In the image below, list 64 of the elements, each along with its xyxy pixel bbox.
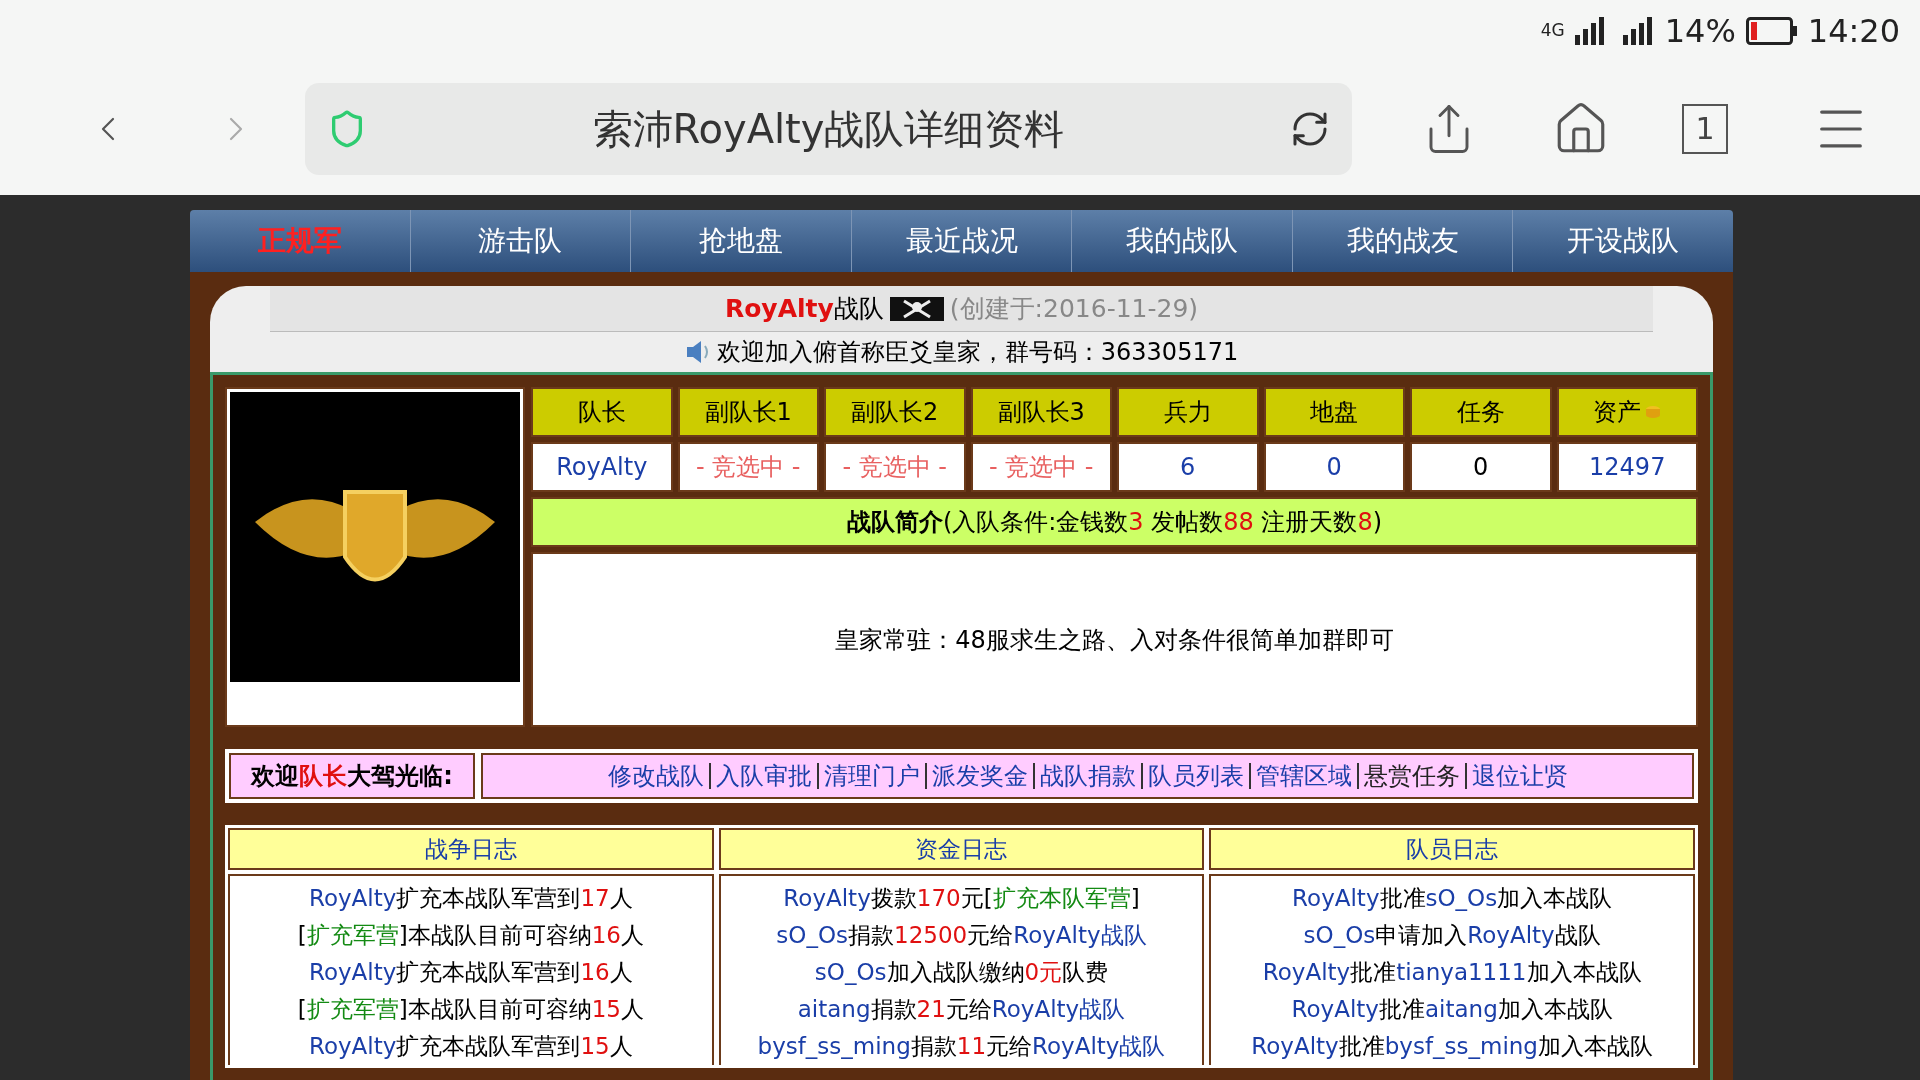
team-title: RoyAlty战队 bbox=[724, 292, 884, 325]
action-link[interactable]: 队员列表 bbox=[1147, 762, 1244, 790]
nav-tab[interactable]: 我的战友 bbox=[1346, 220, 1459, 262]
log-entry: sO_Os捐款12500元给RoyAlty战队 bbox=[776, 921, 1147, 950]
stat-value: RoyAlty bbox=[531, 442, 673, 492]
log-entry: aitang捐款21元给RoyAlty战队 bbox=[797, 995, 1126, 1024]
battery-icon bbox=[1745, 17, 1798, 45]
stat-value: - 竞选中 - bbox=[824, 442, 966, 492]
stat-value: - 竞选中 - bbox=[970, 442, 1112, 492]
stat-header: 副队长3 bbox=[970, 387, 1112, 437]
action-link[interactable]: 入队审批 bbox=[715, 762, 812, 790]
stat-header: 副队长1 bbox=[677, 387, 819, 437]
log-entry: bysf_ss_ming捐款11元给RoyAlty战队 bbox=[757, 1032, 1166, 1061]
action-link[interactable]: 修改战队 bbox=[607, 762, 704, 790]
page-title: 索沛RoyAlty战队详细资料 bbox=[591, 104, 1066, 154]
welcome-text: 欢迎队长大驾光临: bbox=[229, 753, 475, 799]
action-link[interactable]: 派发奖金 bbox=[931, 762, 1028, 790]
log-entry: RoyAlty批准sO_Os加入本战队 bbox=[1292, 884, 1613, 913]
action-link[interactable]: 战队捐款 bbox=[1039, 762, 1136, 790]
stat-header: 资产 bbox=[1556, 387, 1698, 437]
stat-value: 12497 bbox=[1556, 442, 1698, 492]
stat-header: 地盘 bbox=[1263, 387, 1405, 437]
stat-value: - 竞选中 - bbox=[677, 442, 819, 492]
log-entry: RoyAlty拨款170元[扩充本队军营] bbox=[783, 884, 1140, 913]
log-entry: [扩充军营]本战队目前可容纳16人 bbox=[297, 921, 644, 950]
stat-header: 任务 bbox=[1410, 387, 1552, 437]
nav-tab[interactable]: 我的战队 bbox=[1126, 220, 1239, 262]
address-bar[interactable]: 索沛RoyAlty战队详细资料 bbox=[305, 82, 1352, 175]
log-entry: RoyAlty批准bysf_ss_ming加入本战队 bbox=[1251, 1032, 1653, 1061]
log-entry: RoyAlty扩充本战队军营到15人 bbox=[309, 1032, 633, 1061]
stat-value: 0 bbox=[1263, 442, 1405, 492]
tab-count-button[interactable]: 1 bbox=[1682, 103, 1728, 154]
battery-percent: 14% bbox=[1664, 11, 1736, 52]
log-title: 战争日志 bbox=[228, 828, 714, 870]
stat-header: 队长 bbox=[531, 387, 673, 437]
intro-description: 皇家常驻：48服求生之路、入对条件很简单加群即可 bbox=[531, 552, 1698, 727]
log-entry: RoyAlty批准aitang加入本战队 bbox=[1291, 995, 1613, 1024]
nav-tab[interactable]: 抢地盘 bbox=[698, 220, 783, 262]
action-link[interactable]: 悬赏任务 bbox=[1363, 762, 1460, 790]
clock-time: 14:20 bbox=[1807, 11, 1900, 52]
log-title: 资金日志 bbox=[718, 828, 1205, 870]
stat-header: 兵力 bbox=[1117, 387, 1259, 437]
intro-heading: 战队简介(入队条件:金钱数3 发帖数88 注册天数8) bbox=[531, 497, 1698, 547]
log-entry: sO_Os加入战队缴纳0元队费 bbox=[814, 958, 1109, 987]
network-type: 4G bbox=[1540, 19, 1565, 43]
nav-tab[interactable]: 游击队 bbox=[478, 220, 563, 262]
log-entry: RoyAlty批准tianya1111加入本战队 bbox=[1262, 958, 1642, 987]
action-link[interactable]: 管辖区域 bbox=[1255, 762, 1352, 790]
signal-icon bbox=[1622, 17, 1655, 45]
nav-tab[interactable]: 开设战队 bbox=[1567, 220, 1680, 262]
log-entry: RoyAlty扩充本战队军营到16人 bbox=[309, 958, 633, 987]
stat-value: 6 bbox=[1117, 442, 1259, 492]
stat-value: 0 bbox=[1410, 442, 1552, 492]
pirate-flag-icon bbox=[889, 296, 944, 321]
action-link[interactable]: 退位让贤 bbox=[1471, 762, 1568, 790]
stat-header: 副队长2 bbox=[824, 387, 966, 437]
created-date: (创建于:2016-11-29) bbox=[949, 292, 1199, 325]
log-entry: RoyAlty扩充本战队军营到17人 bbox=[309, 884, 633, 913]
notice-text: 欢迎加入俯首称臣爻皇家，群号码：363305171 bbox=[716, 337, 1239, 368]
nav-tab[interactable]: 最近战况 bbox=[905, 220, 1018, 262]
log-entry: sO_Os申请加入RoyAlty战队 bbox=[1303, 921, 1601, 950]
action-link[interactable]: 清理门户 bbox=[823, 762, 920, 790]
log-title: 队员日志 bbox=[1209, 828, 1695, 870]
log-entry: [扩充军营]本战队目前可容纳15人 bbox=[297, 995, 644, 1024]
